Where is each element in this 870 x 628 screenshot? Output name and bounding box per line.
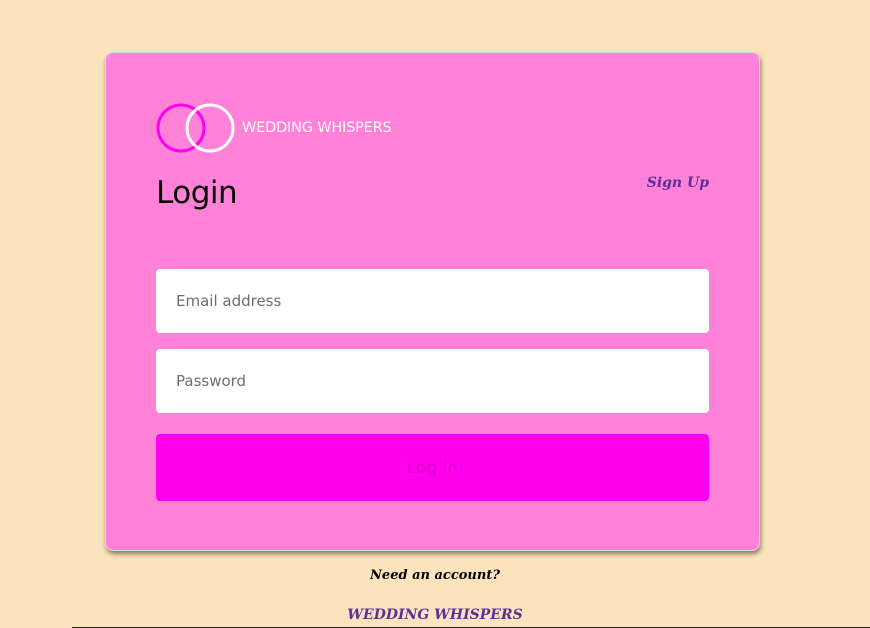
login-card: WEDDING WHISPERS Login Sign Up Log in xyxy=(105,52,760,551)
signup-link[interactable]: Sign Up xyxy=(647,175,709,191)
footer-brand: WEDDING WHISPERS xyxy=(347,607,523,623)
brand-logo: WEDDING WHISPERS xyxy=(156,103,392,153)
password-field[interactable] xyxy=(156,349,709,413)
page-title: Login xyxy=(156,175,238,211)
need-account-text: Need an account? xyxy=(370,568,500,583)
login-button[interactable]: Log in xyxy=(156,434,709,501)
brand-name: WEDDING WHISPERS xyxy=(242,120,392,136)
email-field[interactable] xyxy=(156,269,709,333)
interlocking-rings-icon xyxy=(156,102,238,154)
